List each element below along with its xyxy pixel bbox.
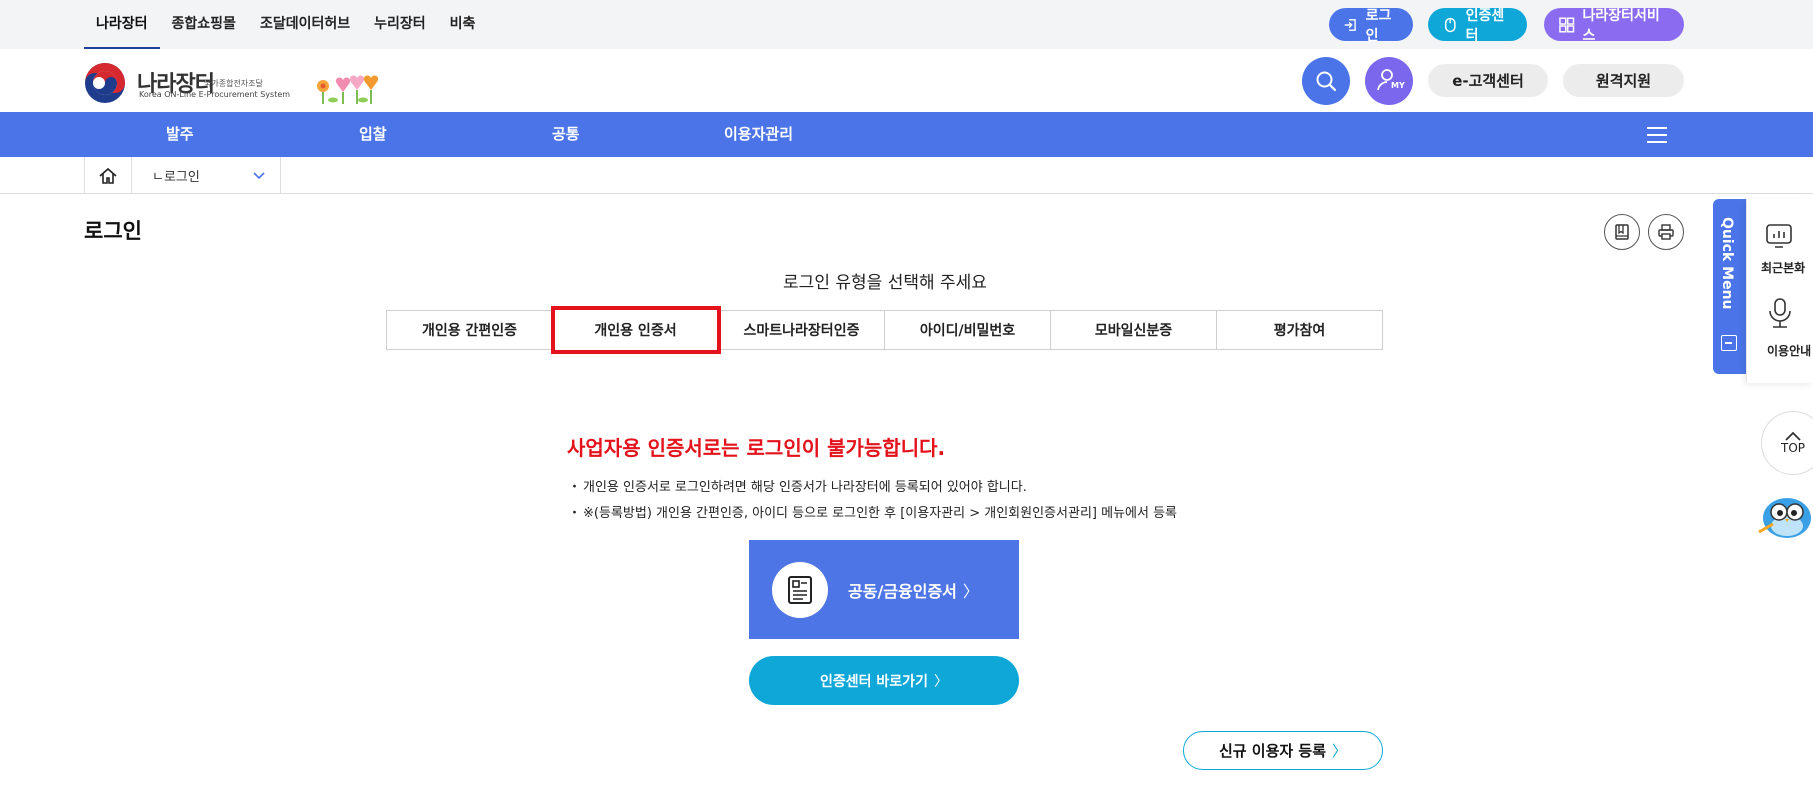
page-title: 로그인 xyxy=(84,219,142,243)
logo-subtitle: 국가종합전자조달 xyxy=(204,79,263,88)
gnb-user-management[interactable]: 이용자관리 xyxy=(724,112,793,157)
breadcrumb-current: ㄴ로그인 xyxy=(152,170,200,185)
chevron-up-icon xyxy=(1785,431,1801,441)
top-utility-bar: 나라장터 종합쇼핑몰 조달데이터허브 누리장터 비축 로그인 인증센터 나라장터… xyxy=(0,0,1813,49)
family-site-nav: 나라장터 종합쇼핑몰 조달데이터허브 누리장터 비축 xyxy=(84,0,487,49)
top-label: TOP xyxy=(1780,441,1805,455)
topnav-nuri[interactable]: 누리장터 xyxy=(362,0,438,49)
note-item: ※(등록방법) 개인용 간편인증, 아이디 등으로 로그인한 후 [이용자관리 … xyxy=(568,502,1177,521)
gnb-common[interactable]: 공통 xyxy=(552,112,580,157)
login-type-tabs: 개인용 간편인증 개인용 인증서 스마트나라장터인증 아이디/비밀번호 모바일신… xyxy=(386,306,1383,354)
home-icon xyxy=(99,167,117,184)
login-button[interactable]: 로그인 xyxy=(1329,8,1413,44)
tab-simple-auth[interactable]: 개인용 간편인증 xyxy=(387,311,553,349)
customer-center-button[interactable]: e-고객센터 xyxy=(1428,64,1548,97)
search-button[interactable] xyxy=(1302,57,1350,105)
topnav-narajangteo[interactable]: 나라장터 xyxy=(84,0,160,49)
services-label: 나라장터서비스 xyxy=(1582,7,1660,44)
mouse-icon xyxy=(1444,17,1456,32)
tab-mobile-id[interactable]: 모바일신분증 xyxy=(1051,311,1217,349)
book-icon xyxy=(1615,224,1629,240)
remote-support-button[interactable]: 원격지원 xyxy=(1563,64,1684,97)
main-nav: 발주 입찰 공통 이용자관리 xyxy=(0,112,1813,157)
taegeuk-emblem-icon[interactable] xyxy=(84,62,126,104)
topnav-stockpile[interactable]: 비축 xyxy=(438,0,488,49)
chevron-down-icon xyxy=(253,172,265,180)
print-button[interactable] xyxy=(1648,214,1684,250)
tab-personal-cert[interactable]: 개인용 인증서 xyxy=(551,306,721,354)
quick-menu-panel: 최근본화 이용안내 xyxy=(1746,199,1813,383)
search-icon xyxy=(1316,71,1337,92)
tab-id-password[interactable]: 아이디/비밀번호 xyxy=(885,311,1051,349)
new-user-register-button[interactable]: 신규 이용자 등록 〉 xyxy=(1183,731,1383,770)
logo-english: Korea ON-Line E-Procurement System xyxy=(139,90,291,99)
my-page-button[interactable]: MY xyxy=(1365,57,1413,105)
cert-center-top-label: 인증센터 xyxy=(1465,7,1505,44)
login-icon xyxy=(1344,18,1356,31)
microphone-icon[interactable] xyxy=(1767,297,1793,329)
cert-center-top-button[interactable]: 인증센터 xyxy=(1428,8,1527,44)
joint-financial-cert-button[interactable]: 공동/금융인증서 〉 xyxy=(749,540,1019,639)
tab-smart-auth[interactable]: 스마트나라장터인증 xyxy=(719,311,885,349)
breadcrumb-select[interactable]: ㄴ로그인 xyxy=(132,157,281,194)
certificate-icon xyxy=(772,561,828,618)
mascot-chatbot-icon[interactable] xyxy=(1757,486,1813,542)
gnb-order[interactable]: 발주 xyxy=(166,112,194,157)
print-icon xyxy=(1658,224,1674,240)
my-label: MY xyxy=(1391,81,1405,90)
quick-menu-toggle[interactable]: Quick Menu xyxy=(1713,199,1746,374)
login-label: 로그인 xyxy=(1365,7,1392,44)
warning-message: 사업자용 인증서로는 로그인이 불가능합니다. xyxy=(567,436,946,460)
flower-decoration-icon xyxy=(317,75,379,104)
cert-button-label: 공동/금융인증서 〉 xyxy=(848,581,979,601)
gnb-bid[interactable]: 입찰 xyxy=(359,112,387,157)
all-menu-icon[interactable] xyxy=(1647,127,1667,143)
tab-evaluation[interactable]: 평가참여 xyxy=(1217,311,1382,349)
go-cert-center-button[interactable]: 인증센터 바로가기 〉 xyxy=(749,656,1019,705)
grid-icon xyxy=(1559,16,1575,33)
home-button[interactable] xyxy=(84,157,132,194)
quick-recent-label[interactable]: 최근본화 xyxy=(1761,259,1805,276)
topnav-shopping-mall[interactable]: 종합쇼핑몰 xyxy=(160,0,248,49)
login-type-prompt: 로그인 유형을 선택해 주세요 xyxy=(783,273,987,293)
note-item: 개인용 인증서로 로그인하려면 해당 인증서가 나라장터에 등록되어 있어야 합… xyxy=(568,476,1027,495)
quick-guide-label[interactable]: 이용안내 xyxy=(1767,342,1811,359)
minimize-icon[interactable] xyxy=(1721,335,1737,351)
quick-menu-title: Quick Menu xyxy=(1719,217,1735,310)
topnav-data-hub[interactable]: 조달데이터허브 xyxy=(248,0,362,49)
chart-monitor-icon[interactable] xyxy=(1765,223,1793,249)
scroll-top-button[interactable]: TOP xyxy=(1761,411,1813,475)
manual-button[interactable] xyxy=(1604,214,1640,250)
services-button[interactable]: 나라장터서비스 xyxy=(1544,8,1684,44)
